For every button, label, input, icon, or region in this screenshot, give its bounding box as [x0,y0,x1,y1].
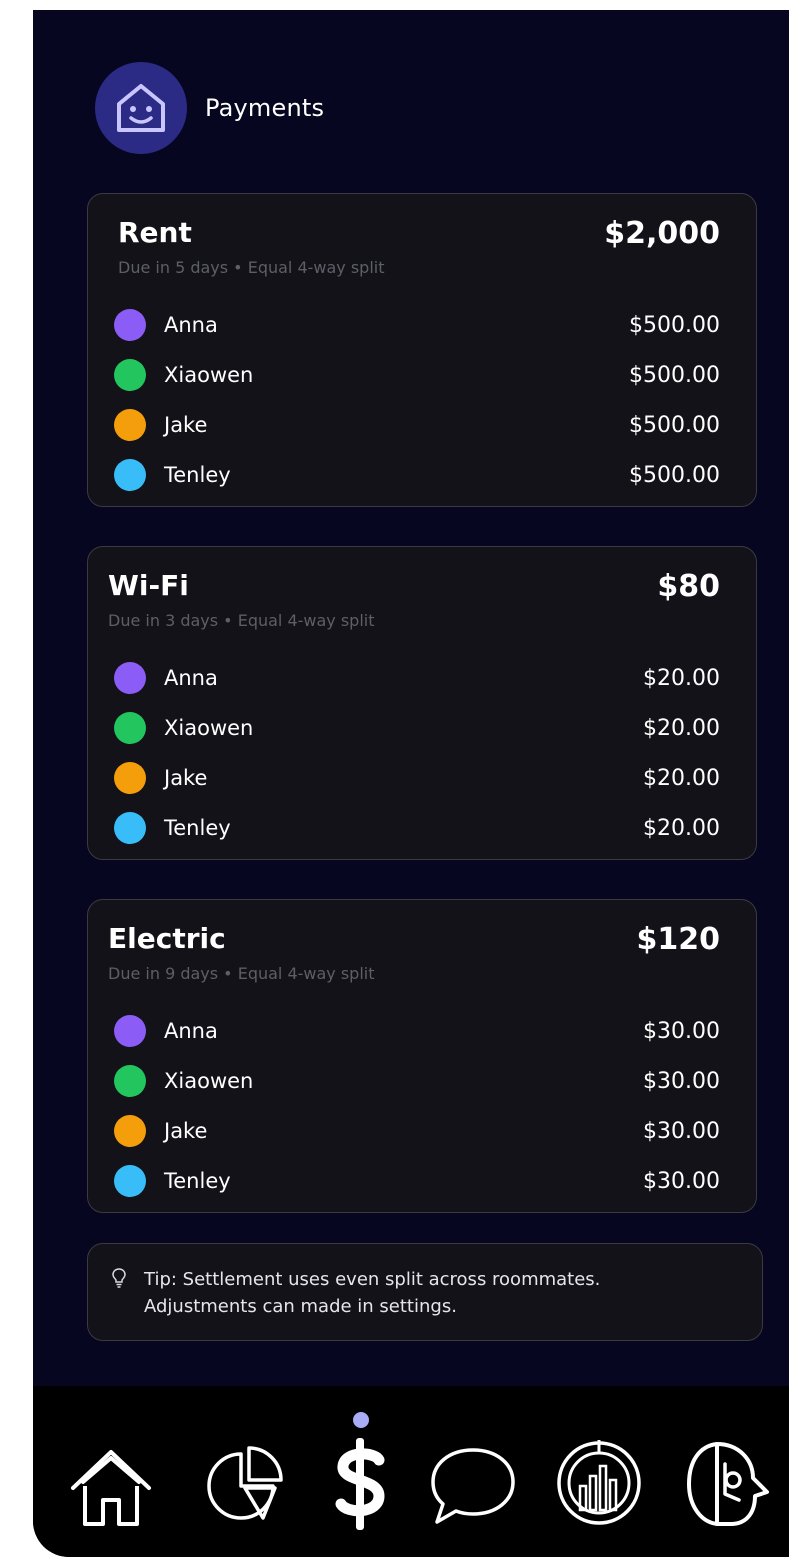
person-name: Jake [164,1119,208,1143]
tip-box: Tip: Settlement uses even split across r… [87,1243,763,1341]
person-name: Jake [164,413,208,437]
xiaowen-color-dot [114,359,146,391]
jake-color-dot [114,762,146,794]
bill-name: Wi-Fi [108,569,189,602]
nav-stats[interactable] [553,1436,645,1530]
person-name: Tenley [164,816,231,840]
tip-line: Adjustments can made in settings. [144,1296,457,1317]
smiling-house-icon [117,84,165,132]
split-row-anna: Anna $20.00 [114,653,720,703]
jake-color-dot [114,409,146,441]
anna-color-dot [114,662,146,694]
bill-subtitle: Due in 5 days • Equal 4-way split [118,258,385,277]
pie-chart-icon [207,1446,283,1520]
nav-payments[interactable] [325,1434,395,1534]
person-name: Anna [164,666,218,690]
split-row-xiaowen: Xiaowen $500.00 [114,350,720,400]
split-row-tenley: Tenley $20.00 [114,803,720,853]
bill-subtitle: Due in 9 days • Equal 4-way split [108,964,375,983]
split-amount: $30.00 [643,1018,720,1044]
split-amount: $500.00 [629,412,720,438]
bottom-nav [33,1386,789,1557]
split-amount: $20.00 [643,765,720,791]
split-row-tenley: Tenley $30.00 [114,1156,720,1206]
person-name: Xiaowen [164,1069,254,1093]
nav-home[interactable] [63,1438,159,1534]
split-list: Anna $500.00 Xiaowen $500.00 Jake $500.0… [114,300,720,500]
bill-card-rent[interactable]: Rent $2,000 Due in 5 days • Equal 4-way … [87,193,757,507]
bill-total: $80 [657,569,720,604]
bill-name: Electric [108,922,226,955]
page-title: Payments [205,94,325,122]
chat-bubble-icon [431,1448,515,1524]
app-screen: Payments Rent $2,000 Due in 5 days • Equ… [33,10,789,1557]
nav-analytics[interactable] [203,1440,289,1530]
split-amount: $30.00 [643,1168,720,1194]
jake-color-dot [114,1115,146,1147]
split-list: Anna $30.00 Xiaowen $30.00 Jake $30.00 T… [114,1006,720,1206]
bill-name: Rent [118,216,192,249]
anna-color-dot [114,309,146,341]
split-row-anna: Anna $500.00 [114,300,720,350]
person-name: Anna [164,1019,218,1043]
split-amount: $500.00 [629,362,720,388]
split-row-jake: Jake $500.00 [114,400,720,450]
tenley-color-dot [114,459,146,491]
active-indicator [353,1412,369,1428]
split-row-xiaowen: Xiaowen $20.00 [114,703,720,753]
split-row-xiaowen: Xiaowen $30.00 [114,1056,720,1106]
nav-chat[interactable] [425,1440,521,1530]
tip-line: Tip: Settlement uses even split across r… [144,1269,601,1290]
split-amount: $500.00 [629,462,720,488]
anna-color-dot [114,1015,146,1047]
person-name: Tenley [164,463,231,487]
bill-total: $2,000 [604,216,720,251]
nav-profile[interactable] [683,1434,773,1534]
lightbulb-icon [112,1268,126,1288]
split-amount: $500.00 [629,312,720,338]
split-amount: $30.00 [643,1118,720,1144]
person-name: Xiaowen [164,363,254,387]
person-name: Jake [164,766,208,790]
split-amount: $20.00 [643,665,720,691]
header: Payments [95,62,324,154]
xiaowen-color-dot [114,712,146,744]
dollar-icon [335,1438,385,1530]
split-row-jake: Jake $20.00 [114,753,720,803]
split-row-anna: Anna $30.00 [114,1006,720,1056]
tenley-color-dot [114,812,146,844]
xiaowen-color-dot [114,1065,146,1097]
split-list: Anna $20.00 Xiaowen $20.00 Jake $20.00 T… [114,653,720,853]
bill-card-wifi[interactable]: Wi-Fi $80 Due in 3 days • Equal 4-way sp… [87,546,757,860]
bill-card-electric[interactable]: Electric $120 Due in 9 days • Equal 4-wa… [87,899,757,1213]
split-amount: $20.00 [643,815,720,841]
split-amount: $20.00 [643,715,720,741]
person-name: Anna [164,313,218,337]
person-name: Tenley [164,1169,231,1193]
bill-subtitle: Due in 3 days • Equal 4-way split [108,611,375,630]
split-row-jake: Jake $30.00 [114,1106,720,1156]
bill-total: $120 [636,922,721,957]
split-row-tenley: Tenley $500.00 [114,450,720,500]
avatar[interactable] [95,62,187,154]
tip-text: Tip: Settlement uses even split across r… [144,1266,724,1320]
split-amount: $30.00 [643,1068,720,1094]
profile-face-icon [686,1442,769,1526]
home-icon [71,1450,151,1526]
tenley-color-dot [114,1165,146,1197]
stats-globe-icon [557,1440,641,1525]
person-name: Xiaowen [164,716,254,740]
